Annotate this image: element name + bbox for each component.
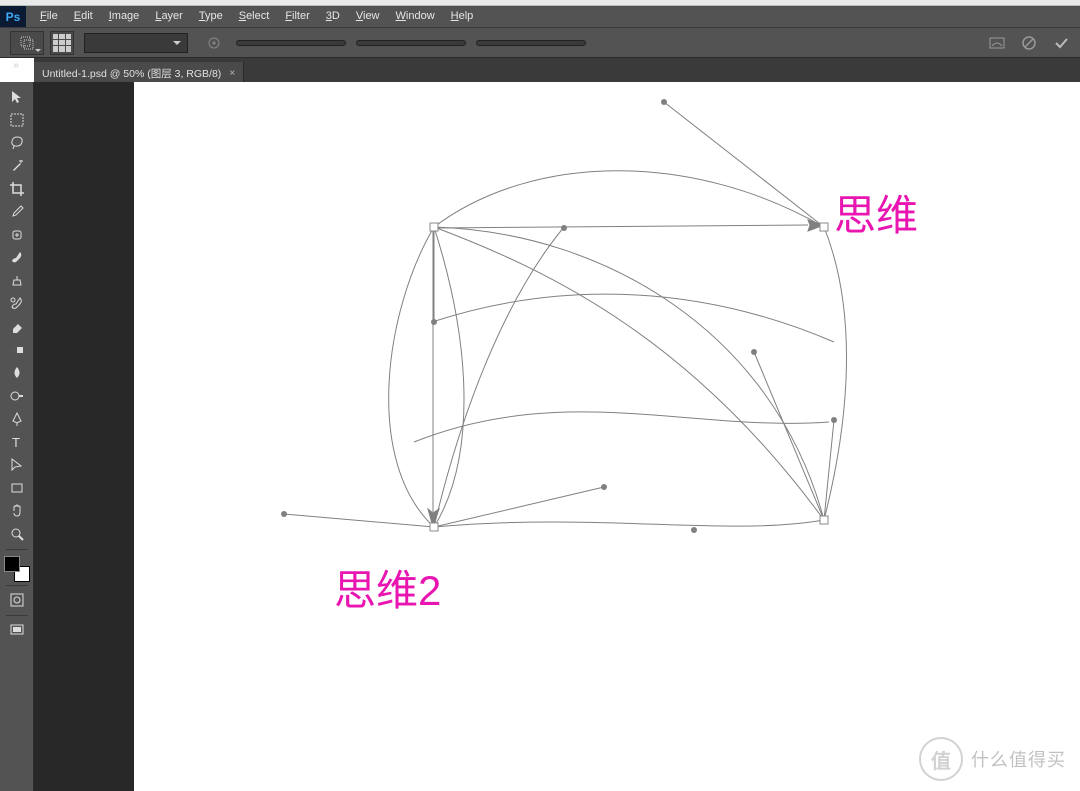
menu-select[interactable]: Select — [231, 6, 278, 27]
rectangle-tool[interactable] — [4, 477, 30, 499]
spot-healing-tool[interactable] — [4, 224, 30, 246]
rectangular-marquee-tool[interactable] — [4, 109, 30, 131]
commit-transform-icon[interactable] — [1048, 31, 1074, 55]
menu-edit[interactable]: Edit — [66, 6, 101, 27]
remove-distortion-icon[interactable] — [984, 31, 1010, 55]
magic-wand-tool[interactable] — [4, 155, 30, 177]
options-mode-dropdown[interactable] — [84, 33, 188, 53]
brush-tool[interactable] — [4, 247, 30, 269]
tool-separator — [6, 585, 28, 586]
eyedropper-tool[interactable] — [4, 201, 30, 223]
move-tool[interactable] — [4, 86, 30, 108]
document-tab-row: Untitled-1.psd @ 50% (图层 3, RGB/8) × — [34, 58, 1080, 82]
app-logo[interactable]: Ps — [0, 6, 26, 27]
menu-window[interactable]: Window — [388, 6, 443, 27]
pen-tool[interactable] — [4, 408, 30, 430]
eraser-tool[interactable] — [4, 316, 30, 338]
menu-file[interactable]: File — [32, 6, 66, 27]
collapse-tabs-icon[interactable] — [6, 60, 26, 70]
document-title: Untitled-1.psd @ 50% (图层 3, RGB/8) — [42, 66, 221, 81]
history-brush-tool[interactable] — [4, 293, 30, 315]
canvas[interactable]: 思维 思维2 — [134, 82, 1080, 791]
close-tab-icon[interactable]: × — [229, 68, 235, 79]
puppet-mesh-icon[interactable] — [50, 31, 74, 55]
options-slider-2[interactable] — [356, 40, 466, 46]
pin-depth-icon[interactable] — [202, 31, 226, 55]
color-swatches[interactable] — [4, 556, 30, 582]
menu-filter[interactable]: Filter — [277, 6, 317, 27]
annotation-1: 思维 — [834, 182, 918, 243]
blur-tool[interactable] — [4, 362, 30, 384]
menu-help[interactable]: Help — [443, 6, 482, 27]
foreground-color[interactable] — [4, 556, 20, 572]
screen-mode-toggle[interactable] — [4, 619, 30, 641]
annotation-2: 思维2 — [334, 557, 441, 618]
tools-panel: T — [0, 82, 34, 791]
app-logo-text: Ps — [6, 10, 21, 24]
watermark-text: 什么值得买 — [971, 746, 1066, 772]
type-tool[interactable]: T — [4, 431, 30, 453]
tool-preset-picker[interactable] — [10, 31, 44, 55]
menu-3d[interactable]: 3D — [318, 6, 348, 27]
watermark-icon: 值 — [919, 737, 963, 781]
hand-tool[interactable] — [4, 500, 30, 522]
options-slider-3[interactable] — [476, 40, 586, 46]
zoom-tool[interactable] — [4, 523, 30, 545]
cancel-transform-icon[interactable] — [1016, 31, 1042, 55]
menu-layer[interactable]: Layer — [147, 6, 191, 27]
menu-bar: Ps FileEditImageLayerTypeSelectFilter3DV… — [0, 6, 1080, 27]
menu-view[interactable]: View — [348, 6, 388, 27]
crop-tool[interactable] — [4, 178, 30, 200]
options-bar — [0, 27, 1080, 58]
document-tab[interactable]: Untitled-1.psd @ 50% (图层 3, RGB/8) × — [34, 62, 244, 82]
clone-stamp-tool[interactable] — [4, 270, 30, 292]
lasso-tool[interactable] — [4, 132, 30, 154]
path-selection-tool[interactable] — [4, 454, 30, 476]
tool-separator — [6, 615, 28, 616]
menu-image[interactable]: Image — [101, 6, 148, 27]
canvas-gutter — [34, 82, 134, 791]
gradient-tool[interactable] — [4, 339, 30, 361]
quick-mask-toggle[interactable] — [4, 589, 30, 611]
options-slider-1[interactable] — [236, 40, 346, 46]
vector-shape — [134, 82, 1080, 791]
dodge-tool[interactable] — [4, 385, 30, 407]
watermark: 值 什么值得买 — [919, 737, 1066, 781]
tool-separator — [6, 549, 28, 550]
menu-type[interactable]: Type — [191, 6, 231, 27]
svg-text:T: T — [12, 435, 20, 450]
